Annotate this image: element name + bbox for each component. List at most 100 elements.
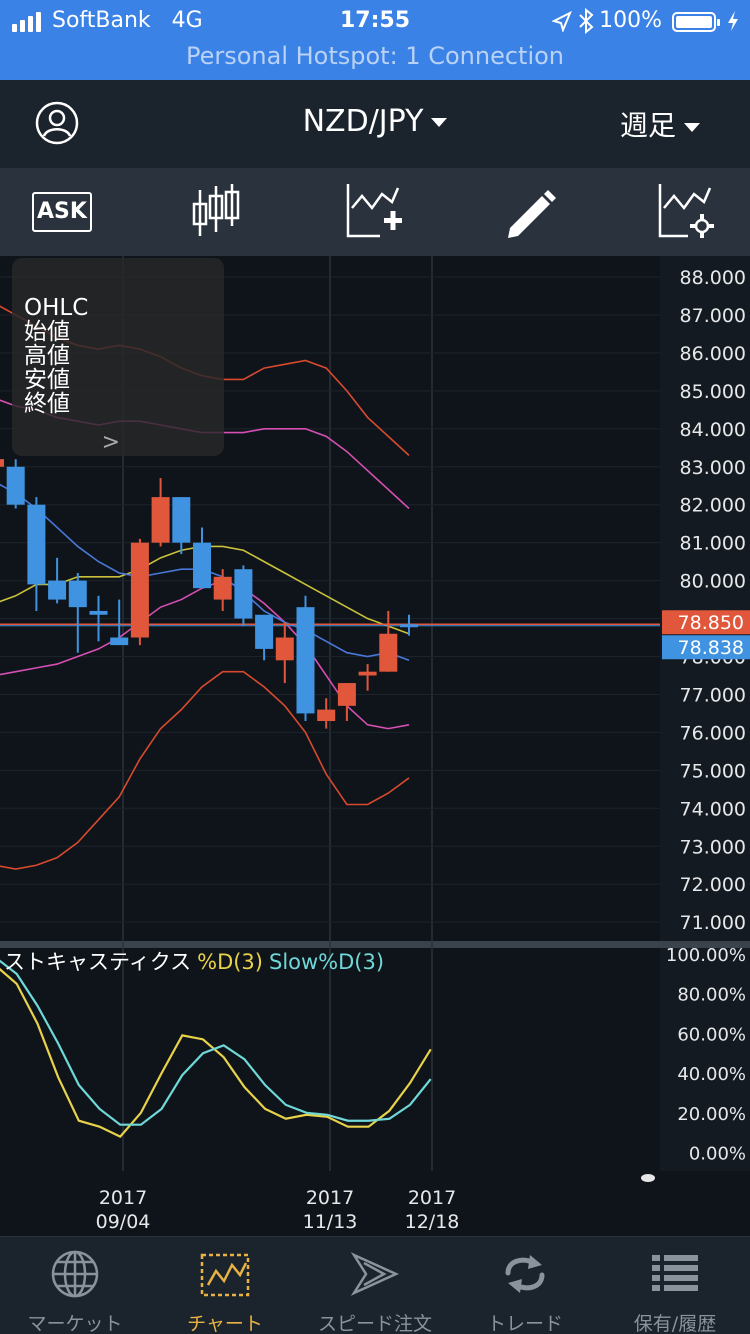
date-label-month-day: 09/04: [96, 1211, 151, 1233]
tab-market-label: マーケット: [27, 1313, 123, 1334]
price-tick-label: 85.000: [680, 381, 746, 403]
price-tick-label: 80.000: [680, 571, 746, 593]
price-tick-label: 88.000: [680, 267, 746, 289]
candle-body: [130, 542, 149, 638]
stochastic-tick-label: 0.00%: [689, 1144, 746, 1165]
candle-body: [6, 466, 25, 505]
globe-icon: [51, 1250, 99, 1298]
refresh-icon: [505, 1255, 545, 1293]
candle-body: [213, 576, 232, 600]
chevron-right-icon[interactable]: >: [102, 430, 120, 455]
chevron-down-icon: [684, 122, 700, 132]
candle-body: [48, 580, 67, 600]
stochastics-legend: ストキャスティクス %D(3) Slow%D(3): [4, 946, 384, 976]
bid-price-label: 78.838: [678, 637, 744, 659]
stochastics-name: ストキャスティクス: [4, 950, 192, 974]
price-tick-label: 82.000: [680, 495, 746, 517]
ohlc-close-label: 終値: [24, 391, 70, 417]
period-label: 週足: [619, 109, 676, 142]
tab-speed-order-label: スピード注文: [317, 1313, 432, 1334]
candle-body: [379, 633, 398, 672]
ohlc-open-label: 始値: [24, 319, 70, 345]
price-tick-label: 87.000: [680, 305, 746, 327]
charging-icon: [728, 11, 738, 31]
candle-body: [68, 580, 87, 608]
price-tick-label: 83.000: [680, 457, 746, 479]
candle-body: [296, 607, 315, 714]
candle-body: [255, 614, 274, 649]
stochastic-tick-label: 100.00%: [666, 945, 746, 966]
price-tick-label: 73.000: [680, 836, 746, 858]
candle-body: [0, 459, 4, 467]
price-tick-label: 74.000: [680, 798, 746, 820]
date-label-year: 2017: [306, 1187, 354, 1209]
list-icon: [652, 1255, 698, 1291]
indicator-settings-button[interactable]: [652, 182, 722, 242]
stochastic-tick-label: 60.00%: [677, 1024, 746, 1045]
chevron-down-icon: [431, 118, 448, 127]
slow-d-legend: Slow%D(3): [268, 950, 385, 974]
ask-bid-toggle-button[interactable]: ASK: [28, 182, 98, 242]
stochastic-tick-label: 40.00%: [677, 1064, 746, 1085]
date-label-year: 2017: [408, 1187, 456, 1209]
tab-trade[interactable]: トレード: [450, 1237, 600, 1334]
hotspot-banner[interactable]: Personal Hotspot: 1 Connection: [0, 42, 750, 70]
price-tick-label: 84.000: [680, 419, 746, 441]
draw-tool-button[interactable]: [496, 182, 566, 242]
tab-speed-order[interactable]: スピード注文: [300, 1237, 450, 1334]
currency-pair-label: NZD/JPY: [302, 104, 424, 139]
add-indicator-icon: [346, 184, 402, 238]
candle-body: [358, 671, 377, 676]
axis-background: [660, 256, 750, 1236]
price-tick-label: 75.000: [680, 760, 746, 782]
pencil-icon: [508, 190, 556, 238]
pct-d-legend: %D(3): [197, 950, 263, 974]
candle-body: [234, 569, 253, 619]
candle-body: [89, 610, 108, 615]
ohlc-panel[interactable]: OHLC 始値 高値 安値 終値 >: [12, 258, 224, 456]
price-tick-label: 86.000: [680, 343, 746, 365]
chart-toolbar: ASK: [0, 168, 750, 256]
ask-price-label: 78.850: [678, 612, 744, 634]
candle-body: [151, 497, 170, 543]
chart-area[interactable]: 88.000 87.000 86.000 85.000 84.000 83.000 82.0…: [0, 256, 750, 1236]
ohlc-title: OHLC: [24, 295, 89, 321]
candle-body: [337, 683, 356, 706]
battery-percent: 100%: [599, 8, 662, 33]
stochastic-tick-label: 80.00%: [677, 985, 746, 1006]
scroll-indicator: [641, 1174, 655, 1182]
chart-type-button[interactable]: [180, 182, 250, 242]
tab-positions-history[interactable]: 保有/履歴: [600, 1237, 750, 1334]
tab-chart-label: チャート: [187, 1313, 263, 1334]
candle-body: [110, 637, 129, 646]
price-tick-label: 77.000: [680, 684, 746, 706]
date-label-month-day: 11/13: [303, 1211, 358, 1233]
tab-trade-label: トレード: [486, 1313, 563, 1334]
app-header: NZD/JPY 週足: [0, 80, 750, 168]
battery-icon: [672, 12, 720, 32]
tab-bar: マーケット チャート スピード注文 トレード 保有/履歴: [0, 1236, 750, 1334]
candle-body: [275, 637, 294, 661]
date-label-year: 2017: [99, 1187, 147, 1209]
ask-label: ASK: [32, 192, 92, 232]
period-selector[interactable]: 週足: [620, 104, 700, 144]
status-bar: SoftBank 4G 17:55 100% Personal Hotspot:…: [0, 0, 750, 80]
chart-icon: [200, 1253, 250, 1297]
price-tick-label: 71.000: [680, 912, 746, 934]
tab-market[interactable]: マーケット: [0, 1237, 150, 1334]
ohlc-low-label: 安値: [24, 367, 70, 393]
ohlc-high-label: 高値: [24, 343, 70, 369]
price-tick-label: 81.000: [680, 533, 746, 555]
tab-chart[interactable]: チャート: [150, 1237, 300, 1334]
add-indicator-button[interactable]: [340, 182, 410, 242]
candlestick-icon: [192, 184, 240, 236]
tab-positions-history-label: 保有/履歴: [633, 1313, 717, 1334]
price-tick-label: 72.000: [680, 874, 746, 896]
date-label-month-day: 12/18: [405, 1211, 460, 1233]
bluetooth-icon: [579, 8, 594, 34]
candle-body: [317, 709, 336, 722]
speed-arrow-icon: [350, 1252, 400, 1296]
candle-body: [193, 542, 211, 589]
candle-body: [400, 624, 418, 628]
stochastic-tick-label: 20.00%: [677, 1104, 746, 1125]
